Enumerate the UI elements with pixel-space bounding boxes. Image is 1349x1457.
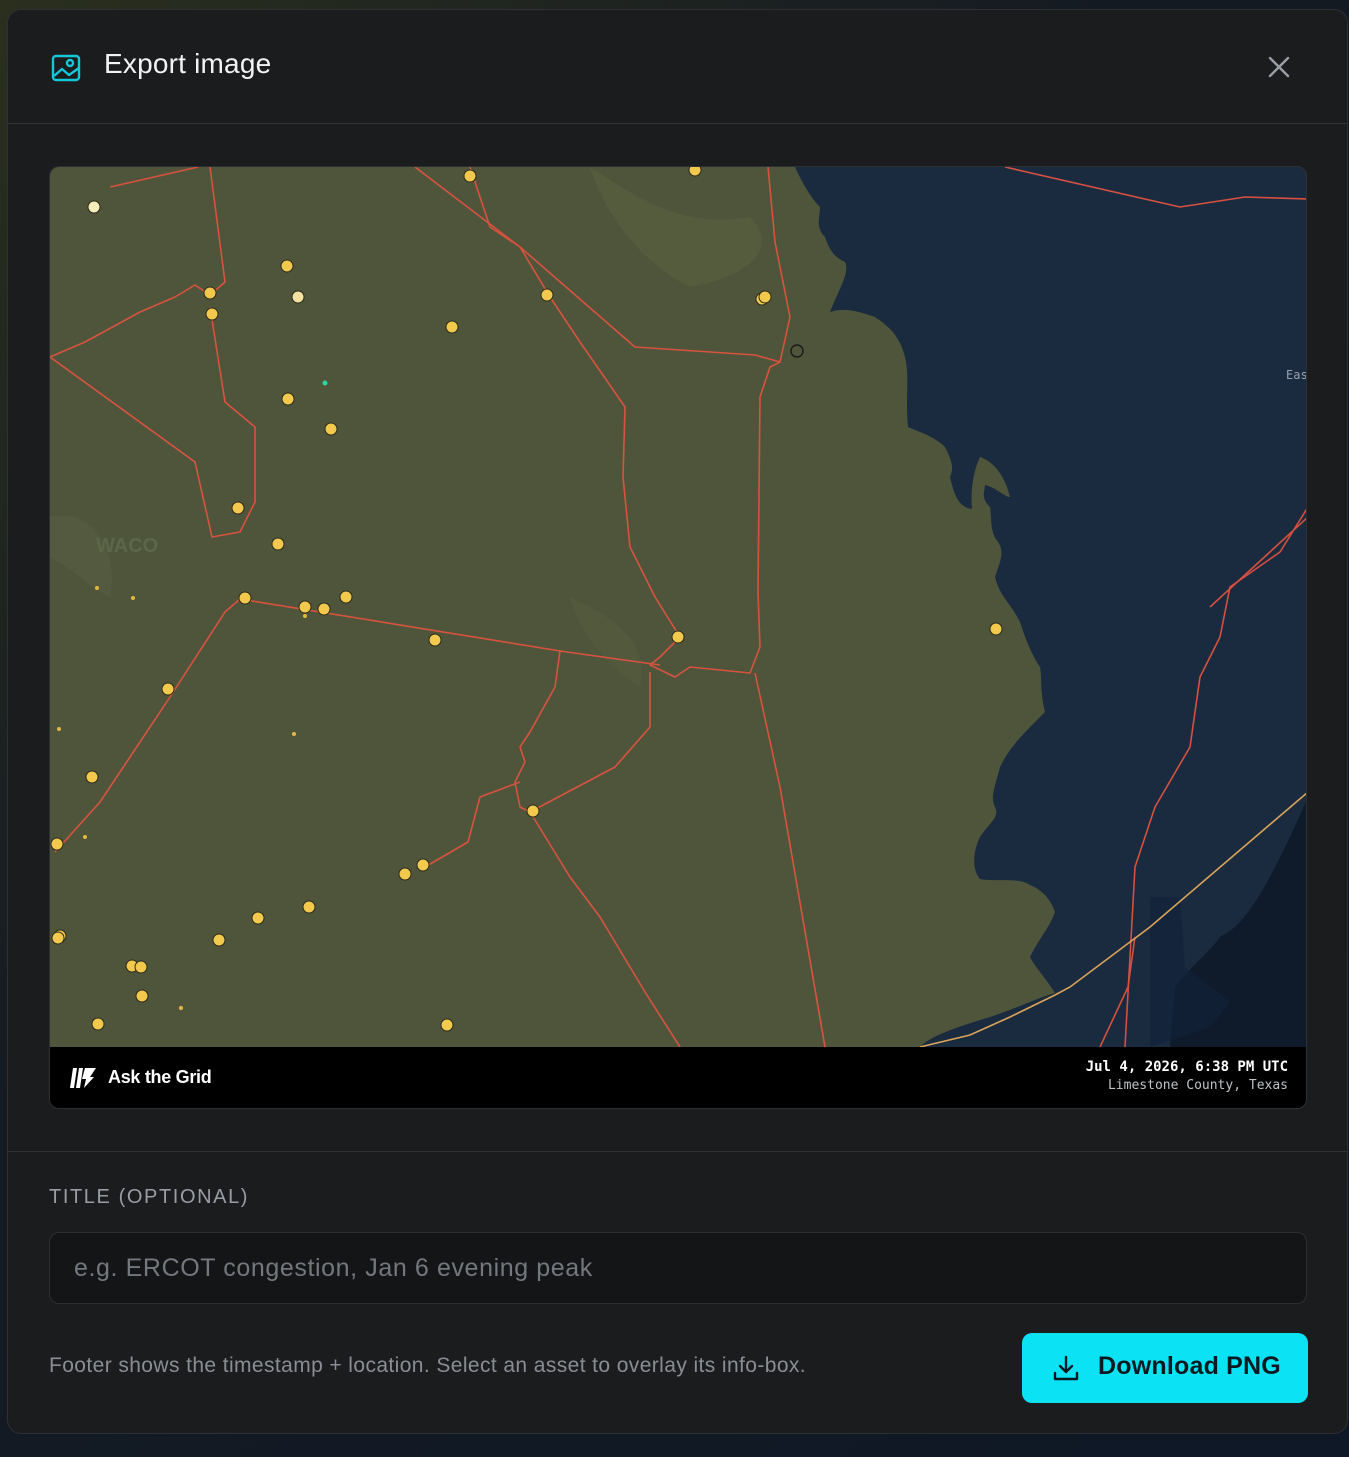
title-input[interactable] xyxy=(49,1232,1307,1304)
help-text: Footer shows the timestamp + location. S… xyxy=(49,1354,807,1377)
timestamp-location: Jul 4, 2026, 6:38 PM UTC Limestone Count… xyxy=(1086,1059,1288,1093)
dialog-title: Export image xyxy=(104,48,272,79)
preview-footer: Ask the Grid Jul 4, 2026, 6:38 PM UTC Li… xyxy=(50,1047,1306,1108)
close-icon[interactable] xyxy=(1264,52,1294,82)
map-preview: WACO Eas xyxy=(50,167,1307,1047)
map-label-waco: WACO xyxy=(96,535,158,557)
export-preview: WACO Eas Ask the Grid Jul 4, 2026, 6:38 … xyxy=(49,166,1307,1109)
download-button-label: Download PNG xyxy=(1098,1352,1281,1380)
brand-name: Ask the Grid xyxy=(108,1067,212,1087)
download-icon xyxy=(1053,1355,1079,1381)
image-icon xyxy=(51,54,81,82)
footer-timestamp: Jul 4, 2026, 6:38 PM UTC xyxy=(1085,1059,1288,1075)
footer-location: Limestone County, Texas xyxy=(1107,1078,1288,1093)
map-label-east: Eas xyxy=(1286,368,1307,382)
dialog-header: Export image xyxy=(8,10,1347,124)
download-png-button[interactable]: Download PNG xyxy=(1022,1333,1308,1403)
preview-section: WACO Eas Ask the Grid Jul 4, 2026, 6:38 … xyxy=(8,124,1347,1152)
ask-the-grid-logo-icon xyxy=(70,1068,96,1088)
title-field-label: TITLE (OPTIONAL) xyxy=(49,1186,250,1208)
export-image-dialog: Export image WACO Eas Ask the Grid Jul 4… xyxy=(7,9,1348,1434)
